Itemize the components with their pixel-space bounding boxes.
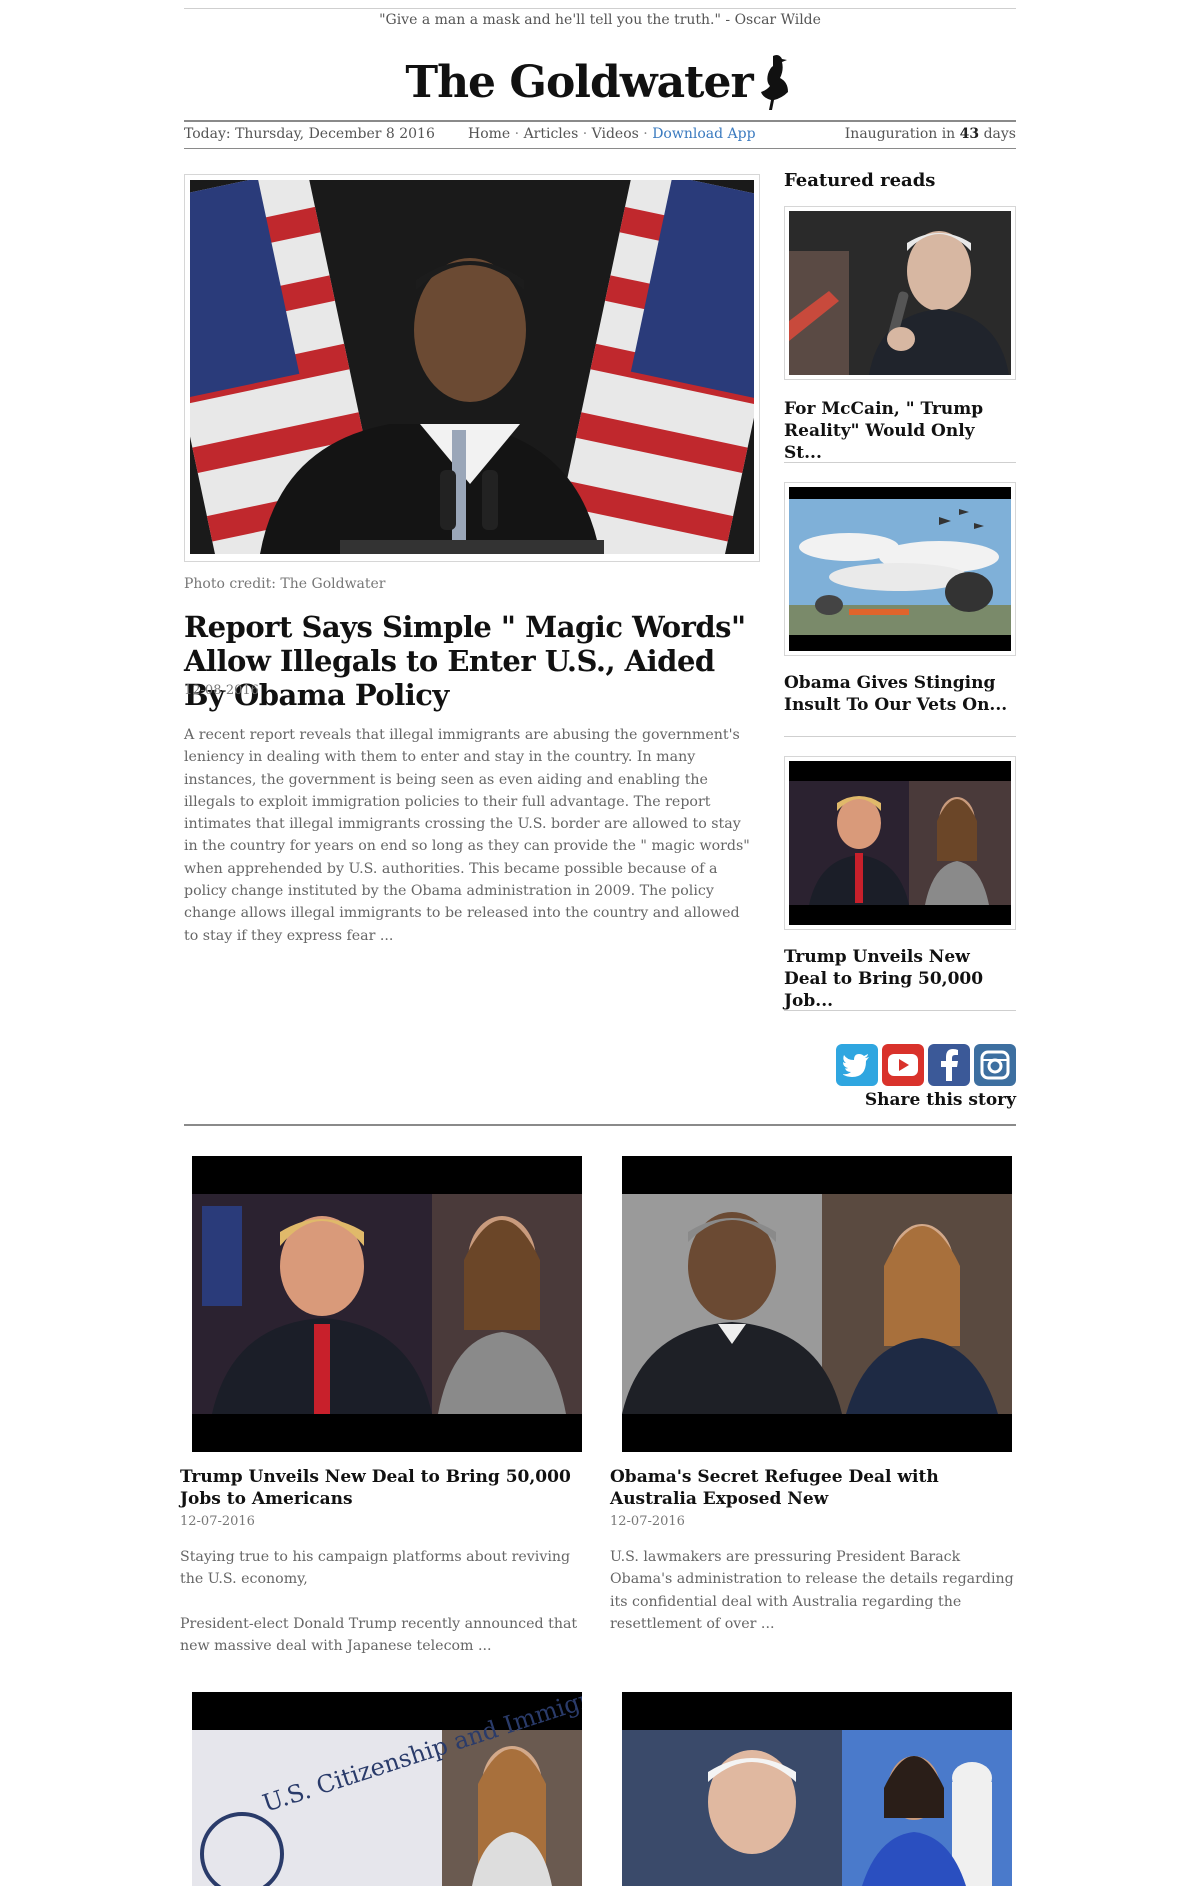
featured-divider xyxy=(784,1010,1016,1011)
youtube-icon[interactable] xyxy=(882,1044,924,1086)
nav-links: Home · Articles · Videos · Download App xyxy=(468,126,756,142)
featured-item-image[interactable] xyxy=(784,756,1016,930)
featured-item-title[interactable]: Trump Unveils New Deal to Bring 50,000 J… xyxy=(784,946,1016,1012)
page: "Give a man a mask and he'll tell you th… xyxy=(180,0,1016,1886)
share-label: Share this story xyxy=(864,1090,1016,1110)
article-summary: Staying true to his campaign platforms a… xyxy=(180,1549,578,1654)
inauguration-countdown: Inauguration in 43 days xyxy=(844,126,1016,142)
nav-top-rule xyxy=(184,120,1016,122)
top-divider xyxy=(184,8,1016,9)
article-image-trump[interactable] xyxy=(192,1156,582,1452)
article-image-uscis[interactable]: U.S. Citizenship and Immigration Service… xyxy=(192,1692,582,1886)
article-date: 12-07-2016 xyxy=(610,1514,685,1529)
article-title[interactable]: Obama's Secret Refugee Deal with Austral… xyxy=(610,1466,1020,1510)
nav-articles-link[interactable]: Articles xyxy=(524,126,579,142)
featured-image-planes xyxy=(789,487,1011,651)
download-app-link[interactable]: Download App xyxy=(652,126,755,142)
hero-image xyxy=(190,180,754,554)
featured-image-trump xyxy=(789,761,1011,925)
nav-videos-link[interactable]: Videos xyxy=(592,126,639,142)
instagram-icon[interactable] xyxy=(974,1044,1016,1086)
today-date: Today: Thursday, December 8 2016 xyxy=(184,126,435,142)
bird-logo-icon xyxy=(760,55,788,110)
hero-summary: A recent report reveals that illegal imm… xyxy=(184,727,750,944)
masthead-quote: "Give a man a mask and he'll tell you th… xyxy=(379,12,821,28)
featured-divider xyxy=(784,462,1016,463)
hero-image-frame[interactable] xyxy=(184,174,760,562)
nav-bottom-rule xyxy=(184,148,1016,149)
featured-heading: Featured reads xyxy=(784,170,936,191)
featured-item-title[interactable]: For McCain, " Trump Reality" Would Only … xyxy=(784,398,1016,464)
article-title[interactable]: Trump Unveils New Deal to Bring 50,000 J… xyxy=(180,1466,600,1510)
nav-bar: Today: Thursday, December 8 2016 Home · … xyxy=(184,124,1016,146)
social-share-bar xyxy=(836,1044,1016,1086)
twitter-icon[interactable] xyxy=(836,1044,878,1086)
site-logo[interactable]: The Goldwater xyxy=(184,48,1016,116)
article-image-pence[interactable] xyxy=(622,1692,1012,1886)
featured-divider xyxy=(784,736,1016,737)
article-date: 12-07-2016 xyxy=(180,1514,255,1529)
article-summary: U.S. lawmakers are pressuring President … xyxy=(610,1549,1014,1632)
featured-item-image[interactable] xyxy=(784,482,1016,656)
facebook-icon[interactable] xyxy=(928,1044,970,1086)
photo-credit: Photo credit: The Goldwater xyxy=(184,576,386,592)
nav-home-link[interactable]: Home xyxy=(468,126,510,142)
section-divider xyxy=(184,1124,1016,1126)
logo-text: The Goldwater xyxy=(405,56,753,108)
featured-item-image[interactable] xyxy=(784,206,1016,380)
article-image-obama[interactable] xyxy=(622,1156,1012,1452)
inauguration-days: 43 xyxy=(959,126,980,142)
hero-headline[interactable]: Report Says Simple " Magic Words" Allow … xyxy=(184,610,764,712)
featured-image-mccain xyxy=(789,211,1011,375)
featured-item-title[interactable]: Obama Gives Stinging Insult To Our Vets … xyxy=(784,672,1016,716)
hero-date: 12-08-2016 xyxy=(184,683,259,698)
